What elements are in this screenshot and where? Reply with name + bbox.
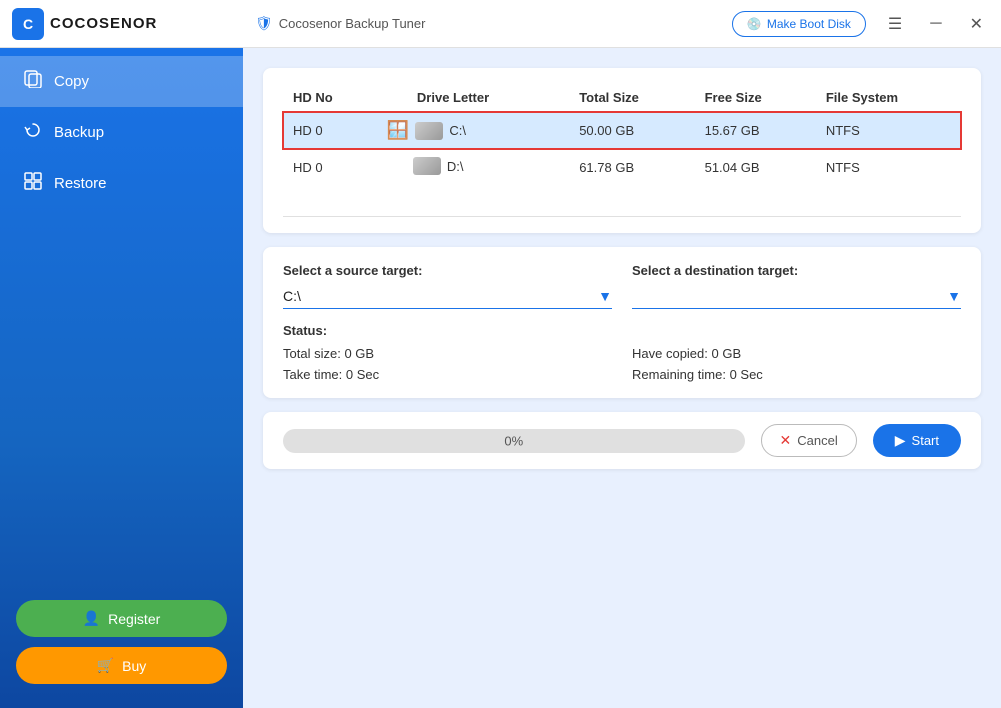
drive-hd-no-1: HD 0 [283, 149, 377, 186]
drive-table: HD No Drive Letter Total Size Free Size … [283, 84, 961, 186]
divider [283, 216, 961, 217]
copy-icon [24, 70, 42, 93]
logo: C COCOSENOR [12, 8, 255, 40]
app-icon: 🛡 [255, 15, 273, 32]
take-time-key: Take time: [283, 367, 342, 382]
cancel-icon: ✕ [780, 432, 792, 449]
drive-letter-0: 🪟 C:\ [377, 112, 569, 150]
status-label: Status: [283, 323, 961, 338]
source-dest-grid: Select a source target: C:\ ▼ Select a d… [283, 263, 961, 309]
destination-chevron-down-icon: ▼ [947, 288, 961, 304]
logo-text: COCOSENOR [50, 15, 157, 32]
restore-icon [24, 172, 42, 195]
progress-bar: 0% [283, 429, 745, 453]
destination-section: Select a destination target: ▼ [632, 263, 961, 309]
source-chevron-down-icon: ▼ [598, 288, 612, 304]
remaining-time-key: Remaining time: [632, 367, 726, 382]
sidebar-item-restore[interactable]: Restore [0, 158, 243, 209]
progress-text: 0% [504, 433, 523, 448]
drive-list-panel: HD No Drive Letter Total Size Free Size … [263, 68, 981, 233]
app-title-area: 🛡 Cocosenor Backup Tuner [255, 15, 732, 32]
minimize-button[interactable]: ─ [924, 13, 947, 35]
table-row[interactable]: HD 0 🪟 C:\ 50.00 GB 15.67 GB NTFS [283, 112, 961, 150]
take-time-value: 0 Sec [346, 367, 379, 382]
register-button[interactable]: 👤 Register [16, 600, 227, 637]
drive-hd-no-0: HD 0 [283, 112, 377, 150]
start-button[interactable]: ▶ Start [873, 424, 961, 457]
titlebar-controls: 💿 Make Boot Disk ☰ ─ ✕ [732, 11, 989, 37]
windows-flag-icon: 🪟 [387, 120, 409, 141]
source-section: Select a source target: C:\ ▼ [283, 263, 612, 309]
drive-free-0: 15.67 GB [695, 112, 816, 150]
drive-fs-1: NTFS [816, 149, 961, 186]
col-hd-no: HD No [283, 84, 377, 112]
table-row[interactable]: HD 0 D:\ 61.78 GB 51.04 GB NTFS [283, 149, 961, 186]
total-size-key: Total size: [283, 346, 341, 361]
drive-free-1: 51.04 GB [695, 149, 816, 186]
sidebar: Copy Backup Restore [0, 48, 243, 708]
drive-total-0: 50.00 GB [569, 112, 694, 150]
table-spacer [283, 186, 961, 216]
sidebar-bottom: 👤 Register 🛒 Buy [0, 580, 243, 708]
hdd-icon-2 [413, 157, 441, 175]
content-area: HD No Drive Letter Total Size Free Size … [243, 48, 1001, 708]
titlebar: C COCOSENOR 🛡 Cocosenor Backup Tuner 💿 M… [0, 0, 1001, 48]
col-file-system: File System [816, 84, 961, 112]
drive-total-1: 61.78 GB [569, 149, 694, 186]
register-icon: 👤 [83, 610, 100, 627]
drive-letter-1: D:\ [377, 149, 569, 186]
col-total-size: Total Size [569, 84, 694, 112]
have-copied-item: Have copied: 0 GB [632, 346, 961, 361]
remaining-time-item: Remaining time: 0 Sec [632, 367, 961, 382]
drive-fs-0: NTFS [816, 112, 961, 150]
col-free-size: Free Size [695, 84, 816, 112]
source-value: C:\ [283, 288, 598, 304]
destination-dropdown[interactable]: ▼ [632, 284, 961, 309]
backup-icon [24, 121, 42, 144]
sidebar-item-restore-label: Restore [54, 175, 107, 192]
destination-label: Select a destination target: [632, 263, 961, 278]
progress-panel: 0% ✕ Cancel ▶ Start [263, 412, 981, 469]
app-title: Cocosenor Backup Tuner [279, 16, 426, 31]
have-copied-value: 0 GB [712, 346, 742, 361]
source-dest-panel: Select a source target: C:\ ▼ Select a d… [263, 247, 981, 398]
sidebar-item-backup[interactable]: Backup [0, 107, 243, 158]
buy-button[interactable]: 🛒 Buy [16, 647, 227, 684]
have-copied-key: Have copied: [632, 346, 708, 361]
remaining-time-value: 0 Sec [730, 367, 763, 382]
total-size-value: 0 GB [344, 346, 374, 361]
menu-button[interactable]: ☰ [882, 12, 908, 36]
close-button[interactable]: ✕ [964, 12, 989, 36]
boot-disk-icon: 💿 [747, 17, 762, 31]
make-boot-disk-button[interactable]: 💿 Make Boot Disk [732, 11, 866, 37]
col-drive-letter: Drive Letter [377, 84, 569, 112]
status-section: Status: Total size: 0 GB Have copied: 0 … [283, 323, 961, 382]
source-label: Select a source target: [283, 263, 612, 278]
start-icon: ▶ [895, 432, 906, 449]
hdd-icon [415, 122, 443, 140]
cart-icon: 🛒 [97, 657, 114, 674]
main-layout: Copy Backup Restore [0, 48, 1001, 708]
status-grid: Total size: 0 GB Have copied: 0 GB Take … [283, 346, 961, 382]
total-size-item: Total size: 0 GB [283, 346, 612, 361]
sidebar-item-backup-label: Backup [54, 124, 104, 141]
sidebar-item-copy[interactable]: Copy [0, 56, 243, 107]
source-dropdown[interactable]: C:\ ▼ [283, 284, 612, 309]
sidebar-item-copy-label: Copy [54, 73, 89, 90]
logo-icon: C [12, 8, 44, 40]
cancel-button[interactable]: ✕ Cancel [761, 424, 857, 457]
take-time-item: Take time: 0 Sec [283, 367, 612, 382]
